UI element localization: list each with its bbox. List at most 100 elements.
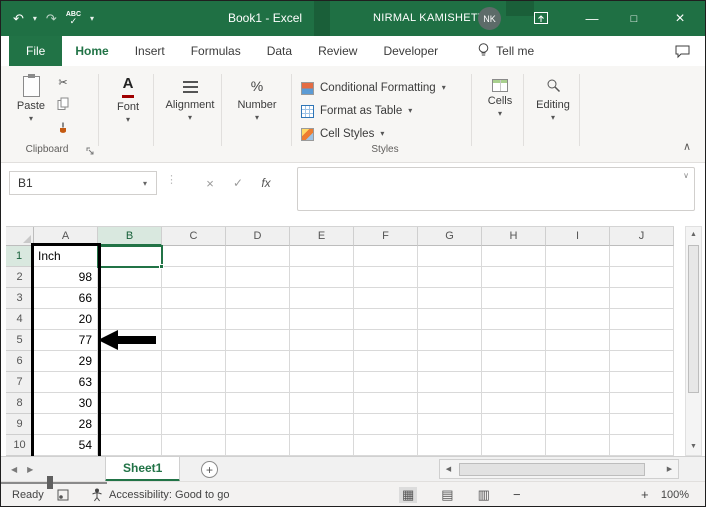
tab-formulas[interactable]: Formulas: [178, 36, 254, 66]
selected-cell-b1[interactable]: [97, 245, 164, 269]
tab-insert[interactable]: Insert: [122, 36, 178, 66]
font-group-button[interactable]: A Font ▾: [103, 75, 153, 124]
row-header-1[interactable]: 1: [6, 246, 34, 267]
sheet-tab-sheet1[interactable]: Sheet1: [105, 457, 181, 482]
column-header-f[interactable]: F: [354, 227, 418, 246]
scroll-down-icon[interactable]: ▼: [686, 439, 701, 455]
scroll-left-icon[interactable]: ◀: [440, 465, 457, 473]
tab-review[interactable]: Review: [305, 36, 370, 66]
comments-icon[interactable]: [674, 36, 691, 66]
column-header-c[interactable]: C: [162, 227, 226, 246]
cell-a10[interactable]: 54: [34, 435, 98, 456]
vertical-scrollbar-thumb[interactable]: [688, 245, 699, 393]
fill-handle[interactable]: [159, 264, 164, 269]
column-header-a[interactable]: A: [34, 227, 98, 246]
cell-a4[interactable]: 20: [34, 309, 98, 330]
tab-home[interactable]: Home: [62, 36, 121, 66]
vertical-scrollbar[interactable]: ▲ ▼: [685, 226, 702, 456]
macro-record-icon[interactable]: [57, 482, 69, 506]
column-header-g[interactable]: G: [418, 227, 482, 246]
column-header-i[interactable]: I: [546, 227, 610, 246]
page-break-view-icon[interactable]: ▥: [478, 487, 490, 503]
format-painter-icon[interactable]: [57, 122, 69, 138]
column-header-b[interactable]: B: [98, 227, 162, 246]
cut-icon[interactable]: ✂: [58, 78, 67, 89]
arrow-shape[interactable]: [98, 329, 160, 351]
row-header-8[interactable]: 8: [6, 393, 34, 414]
spellcheck-icon[interactable]: ABC ✓: [66, 11, 81, 26]
zoom-level[interactable]: 100%: [653, 482, 699, 506]
paste-dropdown-icon[interactable]: ▾: [29, 115, 33, 123]
cell-a2[interactable]: 98: [34, 267, 98, 288]
cell-a6[interactable]: 29: [34, 351, 98, 372]
name-box-dropdown-icon[interactable]: ▾: [134, 179, 156, 188]
row-header-6[interactable]: 6: [6, 351, 34, 372]
cell-a9[interactable]: 28: [34, 414, 98, 435]
tab-developer[interactable]: Developer: [370, 36, 451, 66]
account-name[interactable]: NIRMAL KAMISHETTY: [373, 1, 493, 36]
prev-sheet-icon[interactable]: ◀: [11, 465, 17, 474]
column-header-h[interactable]: H: [482, 227, 546, 246]
redo-icon[interactable]: ↷: [46, 11, 57, 27]
normal-view-icon[interactable]: ▦: [399, 486, 418, 503]
accessibility-status[interactable]: Accessibility: Good to go: [109, 482, 229, 506]
tell-me-box[interactable]: Tell me: [477, 36, 534, 66]
row-header-4[interactable]: 4: [6, 309, 34, 330]
select-all-corner[interactable]: [6, 227, 34, 246]
cells-group-button[interactable]: Cells ▾: [477, 76, 523, 118]
cell-a8[interactable]: 30: [34, 393, 98, 414]
new-sheet-button[interactable]: +: [201, 461, 218, 478]
tab-file[interactable]: File: [9, 36, 63, 66]
editing-group-button[interactable]: Editing ▾: [529, 76, 577, 122]
customize-qat-icon[interactable]: ▾: [90, 14, 94, 23]
column-header-j[interactable]: J: [610, 227, 674, 246]
cancel-formula-button[interactable]: ×: [197, 171, 223, 195]
column-header-d[interactable]: D: [226, 227, 290, 246]
row-header-2[interactable]: 2: [6, 267, 34, 288]
row-header-10[interactable]: 10: [6, 435, 34, 456]
collapse-ribbon-icon[interactable]: ∧: [683, 140, 691, 153]
accessibility-icon[interactable]: [91, 482, 103, 506]
row-header-7[interactable]: 7: [6, 372, 34, 393]
cells-area[interactable]: [98, 246, 674, 456]
undo-icon[interactable]: ↶: [13, 11, 24, 27]
horizontal-scrollbar-thumb[interactable]: [459, 462, 645, 476]
insert-function-button[interactable]: fx: [253, 171, 279, 195]
copy-icon[interactable]: [57, 97, 69, 114]
maximize-button[interactable]: □: [613, 1, 655, 36]
cell-a1[interactable]: Inch: [34, 246, 98, 267]
zoom-in-button[interactable]: +: [641, 482, 649, 506]
cell-a3[interactable]: 66: [34, 288, 98, 309]
page-layout-view-icon[interactable]: ▤: [441, 487, 453, 503]
number-label: Number: [237, 99, 277, 111]
zoom-slider-thumb[interactable]: [47, 476, 53, 489]
scroll-right-icon[interactable]: ▶: [661, 465, 678, 473]
cell-a7[interactable]: 63: [34, 372, 98, 393]
next-sheet-icon[interactable]: ▶: [27, 465, 33, 474]
avatar[interactable]: NK: [478, 7, 501, 30]
number-group-button[interactable]: % Number ▾: [229, 76, 285, 122]
paste-button[interactable]: Paste ▾: [13, 74, 49, 123]
enter-formula-button[interactable]: ✓: [225, 171, 251, 195]
cell-styles-button[interactable]: Cell Styles ▾: [301, 125, 384, 143]
expand-formula-bar-icon[interactable]: ∨: [683, 171, 689, 180]
close-button[interactable]: ×: [655, 1, 705, 36]
undo-dropdown-icon[interactable]: ▾: [33, 14, 37, 23]
alignment-group-button[interactable]: Alignment ▾: [161, 76, 219, 122]
name-box[interactable]: B1 ▾: [9, 171, 157, 195]
clipboard-dialog-launcher-icon[interactable]: [86, 146, 94, 158]
format-as-table-button[interactable]: Format as Table ▾: [301, 102, 412, 120]
row-header-5[interactable]: 5: [6, 330, 34, 351]
scroll-up-icon[interactable]: ▲: [686, 227, 701, 243]
zoom-out-button[interactable]: −: [513, 482, 521, 506]
formula-input[interactable]: ∨: [297, 167, 695, 211]
ribbon-display-options-icon[interactable]: [533, 10, 549, 31]
row-header-3[interactable]: 3: [6, 288, 34, 309]
horizontal-scrollbar[interactable]: ◀ ▶: [439, 459, 679, 479]
conditional-formatting-button[interactable]: Conditional Formatting ▾: [301, 79, 446, 97]
cell-a5[interactable]: 77: [34, 330, 98, 351]
row-header-9[interactable]: 9: [6, 414, 34, 435]
tab-data[interactable]: Data: [254, 36, 305, 66]
column-header-e[interactable]: E: [290, 227, 354, 246]
minimize-button[interactable]: —: [571, 1, 613, 36]
